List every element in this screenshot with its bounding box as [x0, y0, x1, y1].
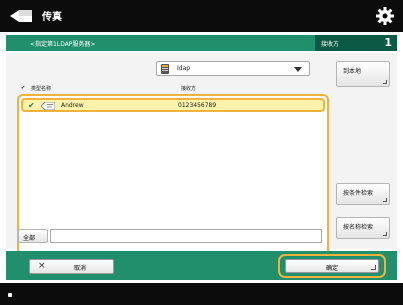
status-indicator [8, 293, 12, 297]
server-select-value: Idap [177, 65, 191, 72]
row-destination: 0123456789 [178, 102, 217, 109]
cancel-label: 取消 [74, 265, 87, 272]
header-type: 类型 [31, 86, 42, 92]
search-input[interactable] [50, 229, 322, 243]
address-panel: Idap 到本地 ✔ 类型 名称 接收方 ✔ Andrew 0123456789… [6, 53, 397, 256]
search-by-condition-label: 按条件检索 [343, 190, 374, 197]
corner-arrow-icon [383, 232, 387, 236]
corner-arrow-icon [383, 198, 387, 202]
destination-count-label: 接收方 [321, 41, 340, 48]
search-by-name-button[interactable]: 按名称检索 [336, 217, 390, 239]
server-title: <指定第1LDAP服务器> [30, 41, 96, 48]
server-select[interactable]: Idap [156, 61, 310, 76]
check-icon: ✔ [28, 101, 35, 110]
cancel-button[interactable]: × 取消 [29, 259, 114, 274]
corner-arrow-icon [383, 80, 387, 84]
title-bar: 传真 [0, 0, 403, 32]
action-bar: × 取消 确定 [6, 251, 397, 280]
close-icon: × [38, 261, 46, 271]
gear-icon[interactable] [376, 7, 394, 25]
contact-card-icon [41, 102, 55, 110]
all-label: 全部 [23, 235, 36, 242]
sub-header-bar: <指定第1LDAP服务器> 接收方 1 [6, 35, 397, 51]
status-footer [0, 283, 403, 305]
header-check: ✔ [21, 85, 26, 91]
to-local-label: 到本地 [343, 68, 362, 75]
destination-count-value: 1 [384, 36, 392, 49]
search-by-name-label: 按名称检索 [343, 224, 374, 231]
ok-button[interactable]: 确定 [285, 259, 379, 273]
list-item[interactable]: ✔ Andrew 0123456789 [21, 98, 325, 112]
all-button[interactable]: 全部 [18, 229, 48, 243]
to-local-button[interactable]: 到本地 [336, 61, 390, 87]
row-name: Andrew [61, 102, 84, 109]
page-title: 传真 [42, 12, 62, 23]
header-name: 名称 [41, 86, 52, 92]
search-by-condition-button[interactable]: 按条件检索 [336, 183, 390, 205]
corner-arrow-icon [371, 265, 376, 270]
chevron-down-icon [294, 67, 302, 72]
list-header: ✔ 类型 名称 接收方 [21, 84, 321, 94]
fax-machine-icon [10, 10, 32, 22]
destination-count-box: 接收方 1 [315, 35, 397, 51]
server-icon [161, 64, 169, 74]
ok-label: 确定 [326, 265, 339, 272]
ok-button-focus-ring: 确定 [278, 254, 386, 278]
header-destination: 接收方 [181, 86, 197, 92]
